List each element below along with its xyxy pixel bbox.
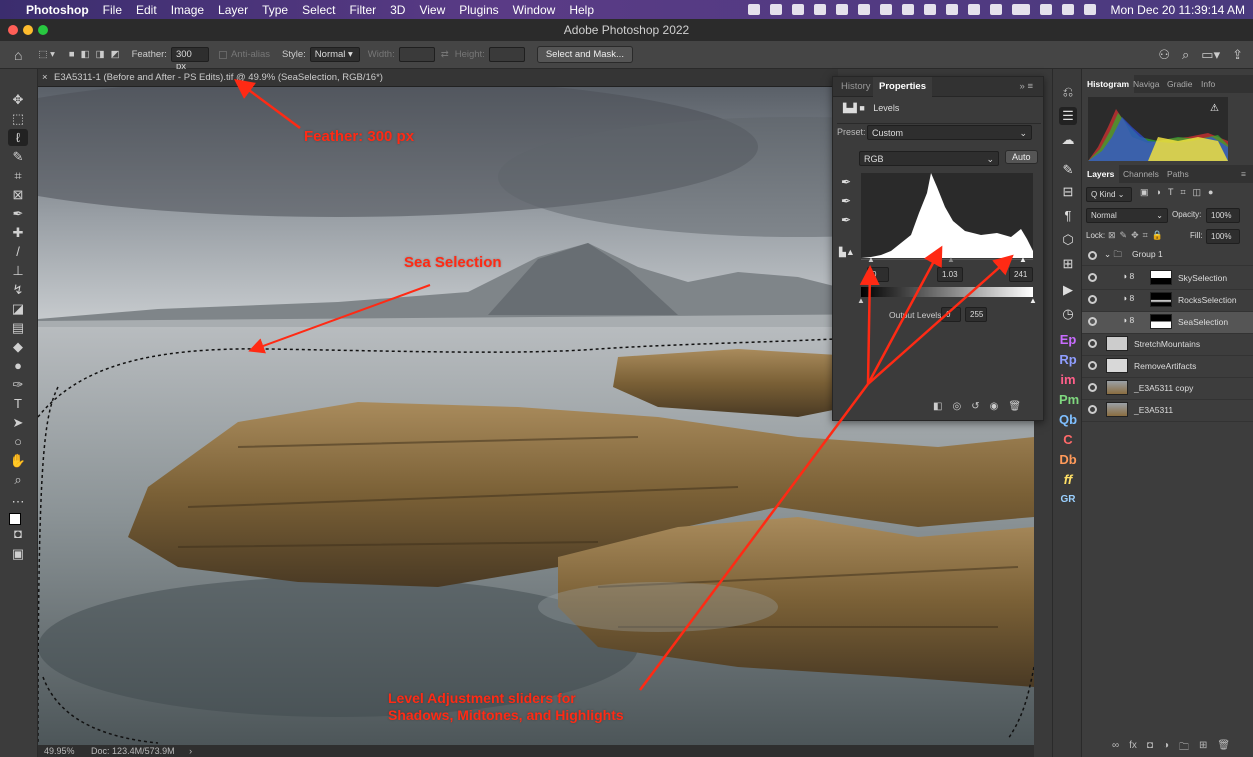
annotation-arrows <box>233 79 1014 691</box>
levels-annotation: Level Adjustment sliders for Shadows, Mi… <box>388 690 624 724</box>
levels-annotation-line1: Level Adjustment sliders for <box>388 690 576 706</box>
levels-annotation-line2: Shadows, Midtones, and Highlights <box>388 707 624 723</box>
photoshop-window: Photoshop File Edit Image Layer Type Sel… <box>0 0 1253 757</box>
feather-annotation: Feather: 300 px <box>304 128 415 145</box>
sea-selection-annotation: Sea Selection <box>404 254 502 271</box>
